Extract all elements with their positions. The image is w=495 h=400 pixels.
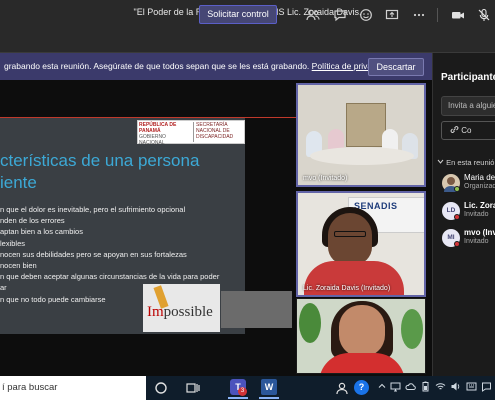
video-tile-self[interactable]: [296, 298, 426, 374]
slide-placeholder-box: [221, 291, 292, 328]
people-icon[interactable]: [306, 8, 320, 22]
reactions-icon[interactable]: [359, 8, 373, 22]
impossible-prefix: Im: [147, 304, 164, 320]
slide-title-line-2: iente: [0, 173, 37, 192]
participant-row[interactable]: LD Lic. Zorai Invitado: [440, 200, 495, 222]
word-active-indicator: [259, 397, 279, 399]
battery-icon[interactable]: [420, 381, 431, 394]
word-taskbar-icon[interactable]: W: [261, 379, 277, 395]
taskbar-search-input[interactable]: í para buscar: [0, 376, 146, 400]
language-icon[interactable]: [466, 381, 477, 394]
onedrive-icon[interactable]: [405, 381, 416, 394]
plant-leaf: [299, 303, 321, 343]
notification-center-icon[interactable]: [481, 381, 492, 394]
panama-logo-text: REPÚBLICA DE PANAMÁ GOBIERNO NACIONAL: [139, 122, 191, 146]
share-invite-label: Co: [461, 126, 472, 135]
participant-name: Maria del: [464, 173, 495, 182]
slide-bullet: nocen bien: [0, 261, 37, 271]
impossible-suffix: possible: [163, 304, 213, 320]
participants-title: Participantes: [441, 72, 495, 83]
task-view-icon[interactable]: [185, 380, 201, 396]
participant-row[interactable]: Maria del Organizador: [440, 172, 495, 194]
slide-bullet: n que el dolor es inevitable, pero el su…: [0, 205, 186, 214]
participant-role: Organizador: [464, 183, 495, 190]
video-tile-mvo[interactable]: mvo (Invitado): [296, 83, 426, 187]
senadis-logo-text: SECRETARÍA NACIONAL DE DISCAPACIDAD: [193, 122, 243, 142]
panama-logo-title: REPÚBLICA DE PANAMÁ: [139, 122, 177, 134]
slide-title: cterísticas de una persona iente: [0, 150, 240, 194]
participant-face: [339, 305, 385, 357]
chat-icon[interactable]: [333, 8, 347, 22]
glasses-icon: [334, 231, 366, 237]
room-table: [310, 147, 414, 165]
people-tray-icon[interactable]: [334, 380, 350, 396]
impossible-image: Impossible: [143, 284, 220, 332]
volume-icon[interactable]: [450, 381, 461, 394]
participant-name: mvo (Invi: [464, 228, 495, 237]
network-icon[interactable]: [390, 381, 401, 394]
in-meeting-label: En esta reunión (3): [446, 158, 495, 167]
room-shelf: [346, 103, 386, 147]
wifi-icon[interactable]: [435, 381, 446, 394]
recording-banner-text: grabando esta reunión. Asegúrate de que …: [4, 61, 310, 71]
presence-dot: [454, 186, 460, 192]
meeting-toolbar: [0, 24, 495, 53]
cortana-icon[interactable]: [153, 380, 169, 396]
in-meeting-section[interactable]: En esta reunión (3): [437, 158, 495, 167]
participant-face: [328, 213, 372, 265]
slide-bullet: lexibles: [0, 238, 26, 248]
participant-name: Lic. Zorai: [464, 201, 495, 210]
plant-leaf: [401, 309, 423, 349]
video-tile-label: Lic. Zoraida Davis (Invitado): [303, 285, 391, 292]
mic-off-icon[interactable]: [477, 8, 491, 22]
slide-bullet: n que deben aceptar algunas circunstanci…: [0, 272, 220, 282]
dismiss-button[interactable]: Descartar: [368, 58, 424, 76]
help-icon[interactable]: ?: [354, 380, 369, 395]
camera-icon[interactable]: [451, 8, 465, 22]
participant-row[interactable]: MI mvo (Invi Invitado: [440, 227, 495, 249]
slide-bullet: aptan bien a los cambios: [0, 227, 83, 237]
panama-logo-subtitle: GOBIERNO NACIONAL: [139, 134, 166, 146]
teams-active-indicator: [228, 397, 248, 399]
invite-input[interactable]: Invita a alguien: [441, 96, 495, 116]
more-icon[interactable]: [412, 8, 426, 22]
presence-dot: [454, 214, 460, 220]
toolbar-divider: [437, 8, 438, 22]
slide-bullet: nden de los errores: [0, 216, 65, 226]
share-invite-button[interactable]: Co: [441, 121, 495, 140]
participant-role: Invitado: [464, 238, 489, 245]
presence-dot: [454, 241, 460, 247]
video-tile-label: mvo (Invitado): [303, 175, 348, 182]
chevron-up-icon[interactable]: [376, 381, 387, 394]
share-tray-icon[interactable]: [385, 8, 399, 22]
participant-role: Invitado: [464, 211, 489, 218]
slide-bullet: nocen sus debilidades pero se apoyan en …: [0, 249, 187, 259]
slide-title-line-1: cterísticas de una persona: [0, 151, 200, 170]
impossible-word: Impossible: [147, 304, 213, 321]
request-control-button[interactable]: Solicitar control: [199, 5, 277, 24]
teams-notification-badge: 3: [238, 387, 247, 396]
video-tile-zoraida[interactable]: SENADIS Lic. Zoraida Davis (Invitado): [296, 191, 426, 297]
